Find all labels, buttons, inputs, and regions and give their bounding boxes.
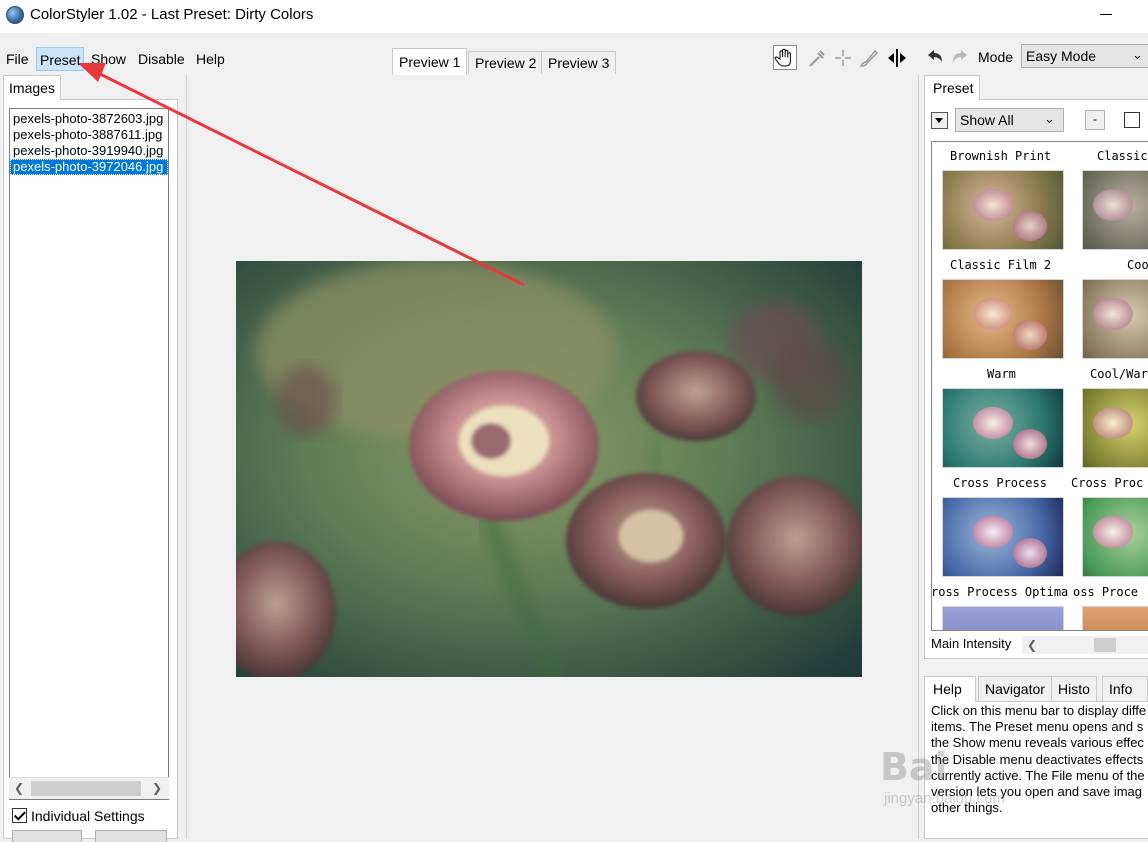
individual-settings-checkbox[interactable]: Individual Settings — [12, 806, 145, 826]
preset-thumbnail[interactable] — [1082, 606, 1148, 630]
tab-preview-3[interactable]: Preview 3 — [541, 51, 617, 74]
app-icon — [6, 6, 24, 24]
help-line: the Show menu reveals various effec — [931, 735, 1144, 751]
window-title: ColorStyler 1.02 - Last Preset: Dirty Co… — [30, 6, 314, 23]
scroll-left-icon[interactable]: ❮ — [1022, 636, 1042, 654]
preset-label: ross Process Optima — [931, 585, 1069, 599]
undo-icon[interactable] — [925, 46, 945, 68]
preset-filter-value: Show All — [960, 112, 1014, 128]
left-panel-button[interactable] — [95, 830, 167, 842]
watermark: Bai — [880, 745, 948, 789]
help-line: currently active. The File menu of the — [931, 767, 1145, 783]
scrollbar-thumb[interactable] — [31, 781, 141, 796]
preset-label: Cross Process — [953, 476, 1047, 490]
tab-preview-2[interactable]: Preview 2 — [468, 51, 544, 74]
left-panel-button[interactable] — [12, 830, 82, 842]
main-intensity-slider[interactable]: ❮ — [1022, 636, 1148, 654]
preset-label: Cool/War — [1090, 367, 1148, 381]
preset-option-checkbox[interactable] — [1124, 112, 1140, 128]
preset-thumbnail[interactable] — [1082, 388, 1148, 468]
preset-label: Coo — [1127, 258, 1148, 272]
preset-label: oss Proce — [1073, 585, 1139, 599]
tab-preview-1[interactable]: Preview 1 — [392, 48, 468, 75]
file-item[interactable]: pexels-photo-3919940.jpg — [10, 143, 168, 159]
expand-button[interactable] — [931, 112, 948, 129]
help-line: Click on this menu bar to display diffe — [931, 703, 1147, 718]
redo-icon[interactable] — [950, 46, 970, 68]
checkbox-icon[interactable] — [12, 808, 27, 823]
minimize-button[interactable] — [1093, 0, 1121, 30]
file-item[interactable]: pexels-photo-3872603.jpg — [10, 111, 168, 127]
chevron-down-icon: ⌄ — [1044, 111, 1055, 126]
preset-thumbnail[interactable] — [1082, 279, 1148, 359]
crosshair-icon[interactable] — [831, 45, 855, 71]
tab-images[interactable]: Images — [3, 75, 61, 100]
preset-thumbnail[interactable] — [1082, 170, 1148, 250]
tab-help[interactable]: Help — [924, 676, 976, 702]
preset-thumbnail[interactable] — [942, 170, 1064, 250]
menu-file[interactable]: File — [3, 47, 32, 71]
preset-thumbnail[interactable] — [942, 279, 1064, 359]
hand-icon[interactable] — [773, 45, 797, 71]
menu-show[interactable]: Show — [88, 47, 129, 71]
tab-info[interactable]: Info — [1102, 676, 1148, 701]
tab-navigator[interactable]: Navigator — [978, 676, 1052, 701]
preset-label: Cross Proc — [1071, 476, 1144, 490]
preview-image[interactable] — [236, 261, 862, 677]
preset-label: Warm — [987, 367, 1016, 381]
preset-thumbnail[interactable] — [942, 388, 1064, 468]
main-intensity-label: Main Intensity — [931, 636, 1012, 651]
preset-thumbnail[interactable] — [1082, 497, 1148, 577]
file-list[interactable]: pexels-photo-3872603.jpg pexels-photo-38… — [9, 108, 169, 800]
preset-label: Classic Film 2 — [950, 258, 1052, 272]
mode-value: Easy Mode — [1026, 48, 1097, 64]
brush-icon[interactable] — [857, 45, 881, 71]
watermark-url: jingyan.baidu.com — [884, 790, 1005, 807]
minus-button[interactable]: - — [1085, 110, 1105, 130]
tab-preset[interactable]: Preset — [924, 75, 980, 100]
preset-thumbnail[interactable] — [942, 497, 1064, 577]
menu-disable[interactable]: Disable — [135, 47, 188, 71]
scroll-right-icon[interactable]: ❯ — [147, 778, 167, 799]
preset-thumbnail[interactable] — [942, 606, 1064, 630]
eyedropper-icon[interactable] — [805, 45, 829, 71]
preset-filter-select[interactable]: Show All ⌄ — [955, 108, 1064, 132]
preset-label: Brownish Print — [950, 149, 1052, 163]
chevron-down-icon: ⌄ — [1132, 47, 1143, 62]
file-list-scrollbar[interactable]: ❮ ❯ — [9, 777, 169, 799]
split-view-icon[interactable] — [885, 45, 909, 71]
menu-preset[interactable]: Preset — [36, 47, 85, 71]
mode-select[interactable]: Easy Mode ⌄ — [1021, 44, 1148, 68]
menu-help[interactable]: Help — [193, 47, 228, 71]
file-item[interactable]: pexels-photo-3887611.jpg — [10, 127, 168, 143]
mode-label: Mode — [978, 49, 1014, 65]
preset-grid[interactable]: Brownish Print Classic Classic Film 2 Co… — [931, 141, 1148, 631]
slider-thumb[interactable] — [1094, 638, 1116, 652]
individual-settings-label: Individual Settings — [31, 808, 145, 824]
scroll-left-icon[interactable]: ❮ — [9, 778, 29, 799]
help-line: the Disable menu deactivates effects — [931, 751, 1144, 767]
help-line: items. The Preset menu opens and s — [931, 719, 1144, 735]
tab-histo[interactable]: Histo — [1051, 676, 1097, 701]
preset-label: Classic — [1097, 149, 1148, 163]
file-item-selected[interactable]: pexels-photo-3972046.jpg — [10, 159, 168, 175]
